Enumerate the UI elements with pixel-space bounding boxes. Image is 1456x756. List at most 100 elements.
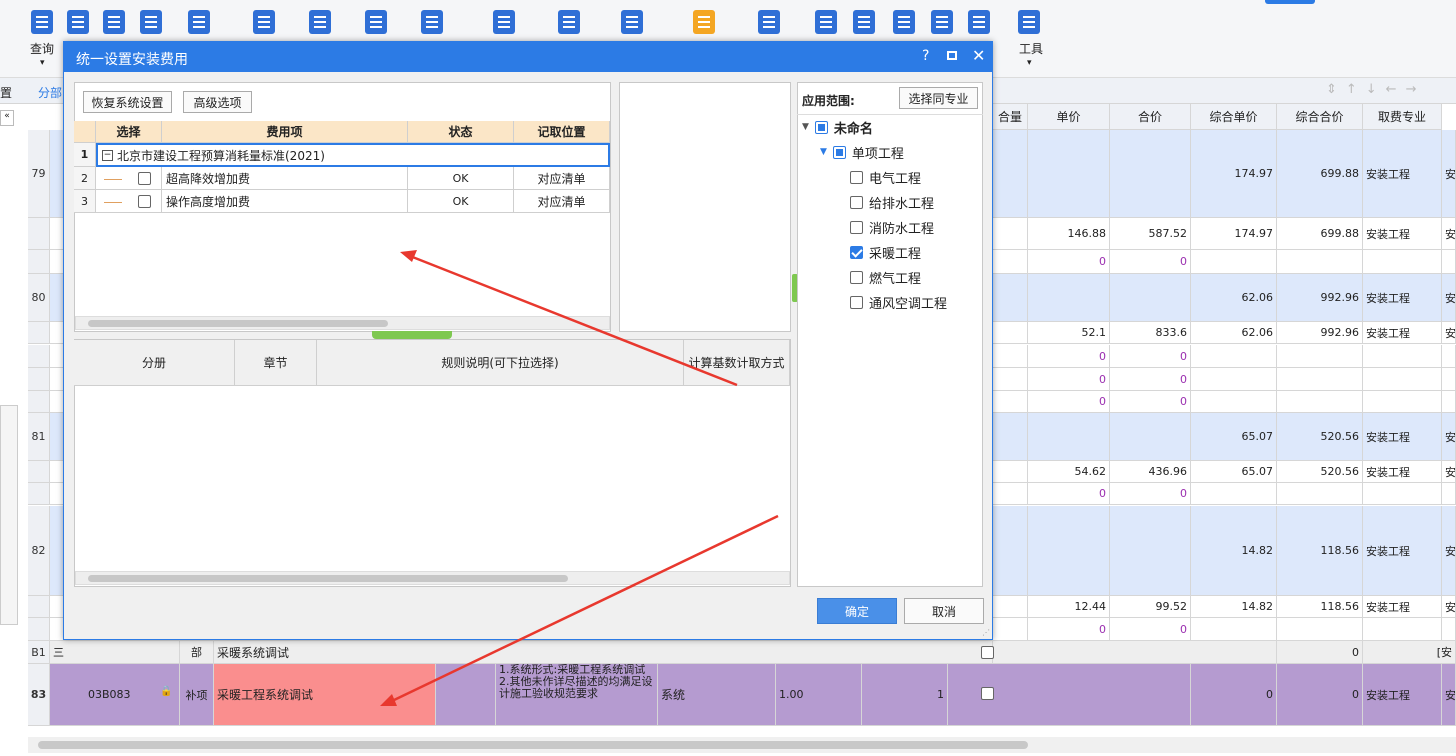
scope-tree-item[interactable]: ▼ 未命名: [802, 118, 873, 137]
scope-checkbox[interactable]: [850, 245, 863, 259]
b1-name: 采暖系统调试: [214, 641, 993, 664]
row83-desc: 1.系统形式:采暖工程系统调试 2.其他未作详尽描述的均满足设计施工验收规范要求: [496, 664, 658, 726]
scope-label: 给排水工程: [869, 196, 935, 212]
filter-icon[interactable]: [928, 8, 958, 38]
row-cell-unit: [1028, 274, 1110, 322]
query-icon[interactable]: [28, 8, 58, 38]
scope-checkbox[interactable]: [850, 195, 863, 209]
grid-header-5: 取费专业: [1363, 104, 1442, 130]
scope-checkbox[interactable]: [850, 220, 863, 234]
top-highlight: [1265, 0, 1315, 4]
row-check-cell: [993, 596, 1028, 618]
fee-checkbox[interactable]: [138, 171, 151, 185]
advanced-button[interactable]: 高级选项: [183, 91, 252, 113]
list-icon[interactable]: [64, 8, 94, 38]
paint-icon[interactable]: [812, 8, 842, 38]
tools-icon[interactable]: [1015, 8, 1045, 38]
tab-left[interactable]: 分部: [38, 84, 62, 101]
delete-icon[interactable]: [137, 8, 167, 38]
expand-icon[interactable]: ▼: [802, 122, 809, 132]
row83-checkbox[interactable]: [981, 687, 994, 700]
row-cell-total: 0: [1110, 391, 1191, 413]
fee-hscroll[interactable]: [75, 316, 610, 330]
table-icon[interactable]: [250, 8, 280, 38]
row-number: [28, 483, 50, 505]
cancel-button[interactable]: 取消: [904, 598, 984, 624]
grid-icon[interactable]: [965, 8, 995, 38]
fee-position[interactable]: 对应清单: [514, 190, 610, 213]
row-cell-cunit: 62.06: [1191, 274, 1277, 322]
tools-label[interactable]: 工具: [1019, 40, 1043, 57]
maximize-icon[interactable]: [947, 51, 957, 60]
fee-header-1: 费用项: [162, 121, 408, 143]
fee-group-name: 北京市建设工程预算消耗量标准(2021): [117, 148, 325, 163]
row-cell-prof: [1363, 250, 1442, 274]
share-icon[interactable]: [850, 8, 880, 38]
quick-icon[interactable]: [490, 8, 520, 38]
row83-name[interactable]: 采暖工程系统调试: [214, 664, 436, 726]
rule-hscroll[interactable]: [75, 571, 790, 585]
fee-header-corner: [74, 121, 96, 143]
collapse-icon[interactable]: «: [0, 110, 14, 126]
export-icon[interactable]: [306, 8, 336, 38]
row-cell-unit: 0: [1028, 368, 1110, 391]
add-page-icon[interactable]: [100, 8, 130, 38]
rule-header-0: 分册: [74, 340, 235, 386]
fee-header-2: 状态: [408, 121, 514, 143]
row-number: 82: [28, 506, 50, 596]
row-cell-prof: 安装工程: [1363, 596, 1442, 618]
scope-label: 电气工程: [869, 171, 922, 187]
collapse-tree-icon[interactable]: −: [102, 149, 113, 161]
scope-checkbox[interactable]: [850, 270, 863, 284]
help-icon[interactable]: ?: [922, 48, 929, 64]
scope-tree-item[interactable]: ▼ 单项工程: [820, 143, 904, 162]
scope-tree-item[interactable]: 给排水工程: [850, 193, 935, 212]
ok-button[interactable]: 确定: [817, 598, 897, 624]
scope-checkbox[interactable]: [814, 120, 828, 134]
scope-tree-item[interactable]: 通风空调工程: [850, 293, 947, 312]
scope-checkbox[interactable]: [832, 145, 846, 159]
splitter-handle[interactable]: [372, 331, 452, 339]
b1-tag: [安: [1363, 641, 1456, 664]
scope-tree-item[interactable]: 燃气工程: [850, 268, 921, 287]
sheet-icon[interactable]: [555, 8, 585, 38]
close-icon[interactable]: ✕: [972, 46, 985, 65]
row-cell-cunit: 14.82: [1191, 506, 1277, 596]
b1-checkbox[interactable]: [981, 646, 994, 659]
fee-header-0: 选择: [96, 121, 162, 143]
select-same-button[interactable]: 选择同专业: [899, 87, 978, 109]
row-cell-total: [1110, 130, 1191, 218]
expand-icon[interactable]: ▼: [820, 147, 827, 157]
row-cell-ctotal: 520.56: [1277, 413, 1363, 461]
resize-grip-icon[interactable]: ⋰: [982, 628, 990, 637]
scope-checkbox[interactable]: [850, 295, 863, 309]
binoculars-icon[interactable]: [890, 8, 920, 38]
row-cell-cunit: [1191, 391, 1277, 413]
tools-dropdown-icon[interactable]: ▾: [1027, 58, 1032, 68]
report-icon[interactable]: [755, 8, 785, 38]
tab-tiny[interactable]: 置: [0, 84, 12, 101]
scope-tree-item[interactable]: 消防水工程: [850, 218, 934, 237]
rule-header-3: 计算基数计取方式: [684, 340, 790, 386]
scope-label: 采暖工程: [869, 246, 922, 262]
fee-group-row[interactable]: − 北京市建设工程预算消耗量标准(2021): [96, 143, 610, 167]
restore-button[interactable]: 恢复系统设置: [83, 91, 172, 113]
query-label[interactable]: 查询: [30, 40, 54, 57]
row-cell-unit: [1028, 413, 1110, 461]
row-cell-prof: [1363, 345, 1442, 368]
query-dropdown-icon[interactable]: ▾: [40, 58, 45, 68]
database-icon[interactable]: [690, 8, 720, 38]
dialog-title: 统一设置安装费用: [64, 42, 992, 72]
swap-icon[interactable]: [362, 8, 392, 38]
clipboard-icon[interactable]: [185, 8, 215, 38]
edit-icon[interactable]: [618, 8, 648, 38]
move-arrows-icon[interactable]: ⇕↑↓←→: [1326, 82, 1452, 100]
fee-position[interactable]: 对应清单: [514, 167, 610, 190]
scope-tree-item[interactable]: 电气工程: [850, 168, 922, 187]
scope-tree-item[interactable]: 采暖工程: [850, 243, 922, 262]
scope-checkbox[interactable]: [850, 170, 863, 184]
row-check-cell: [993, 391, 1028, 413]
fee-checkbox[interactable]: [138, 194, 151, 208]
unlock-icon[interactable]: [418, 8, 448, 38]
bottom-scrollbar[interactable]: [28, 737, 1456, 753]
